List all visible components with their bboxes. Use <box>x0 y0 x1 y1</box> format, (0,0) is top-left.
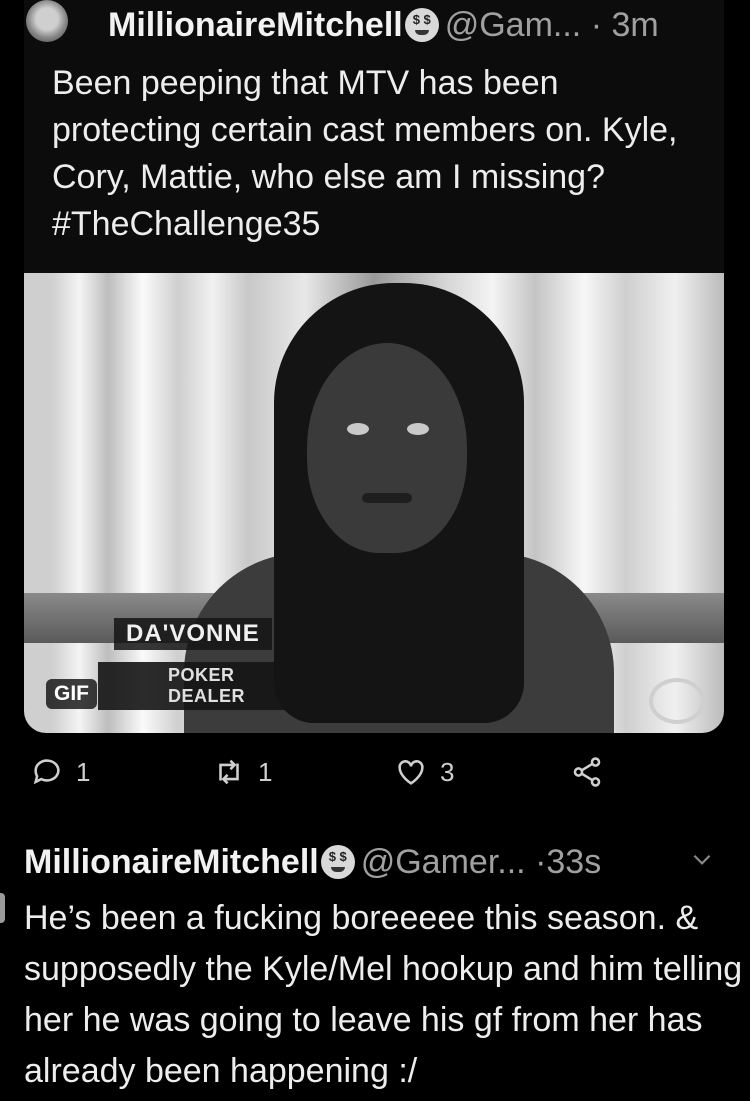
handle[interactable]: @Gam... <box>445 6 582 44</box>
money-face-emoji-icon <box>404 8 439 42</box>
tweet-gif[interactable]: DA'VONNE POKER DEALER GIF <box>24 273 724 733</box>
chevron-down-icon[interactable] <box>689 846 715 872</box>
avatar[interactable] <box>26 0 68 42</box>
mouth <box>362 493 412 503</box>
reply-icon <box>33 759 60 785</box>
share-icon <box>573 757 601 787</box>
reply-tweet-header: MillionaireMitchell @Gamer... ·33s <box>24 843 601 882</box>
reply-count: 1 <box>76 756 91 787</box>
network-logo <box>649 678 705 724</box>
timestamp[interactable]: 33s <box>546 843 601 881</box>
timestamp[interactable]: 3m <box>611 6 658 44</box>
tweet-actions: 1 1 3 <box>0 755 750 795</box>
like-count: 3 <box>440 756 455 787</box>
handle[interactable]: @Gamer... <box>361 843 526 881</box>
tweet-text: Been peeping that MTV has been protectin… <box>52 64 678 243</box>
retweet-icon <box>219 759 239 785</box>
thread-indicator <box>0 893 5 923</box>
separator: · <box>590 6 603 44</box>
display-name[interactable]: MillionaireMitchell <box>108 6 403 44</box>
share-button[interactable] <box>570 755 604 789</box>
lower-third-name: DA'VONNE <box>114 618 272 650</box>
like-button[interactable]: 3 <box>394 755 454 789</box>
separator: · <box>535 843 547 881</box>
reply-button[interactable]: 1 <box>30 755 90 789</box>
retweet-button[interactable]: 1 <box>212 755 272 789</box>
eye <box>347 423 369 435</box>
gif-badge: GIF <box>46 679 97 709</box>
retweet-count: 1 <box>258 756 273 787</box>
eye <box>407 423 429 435</box>
reply-tweet-text: He’s been a fucking boreeeee this season… <box>24 899 743 1090</box>
person-face <box>307 343 467 553</box>
display-name[interactable]: MillionaireMitchell <box>24 843 319 881</box>
money-face-emoji-icon <box>320 845 355 879</box>
tweet-header: MillionaireMitchell @Gam... · 3m <box>108 6 659 45</box>
like-icon <box>398 760 424 785</box>
lower-third-title: POKER DEALER <box>98 662 314 710</box>
